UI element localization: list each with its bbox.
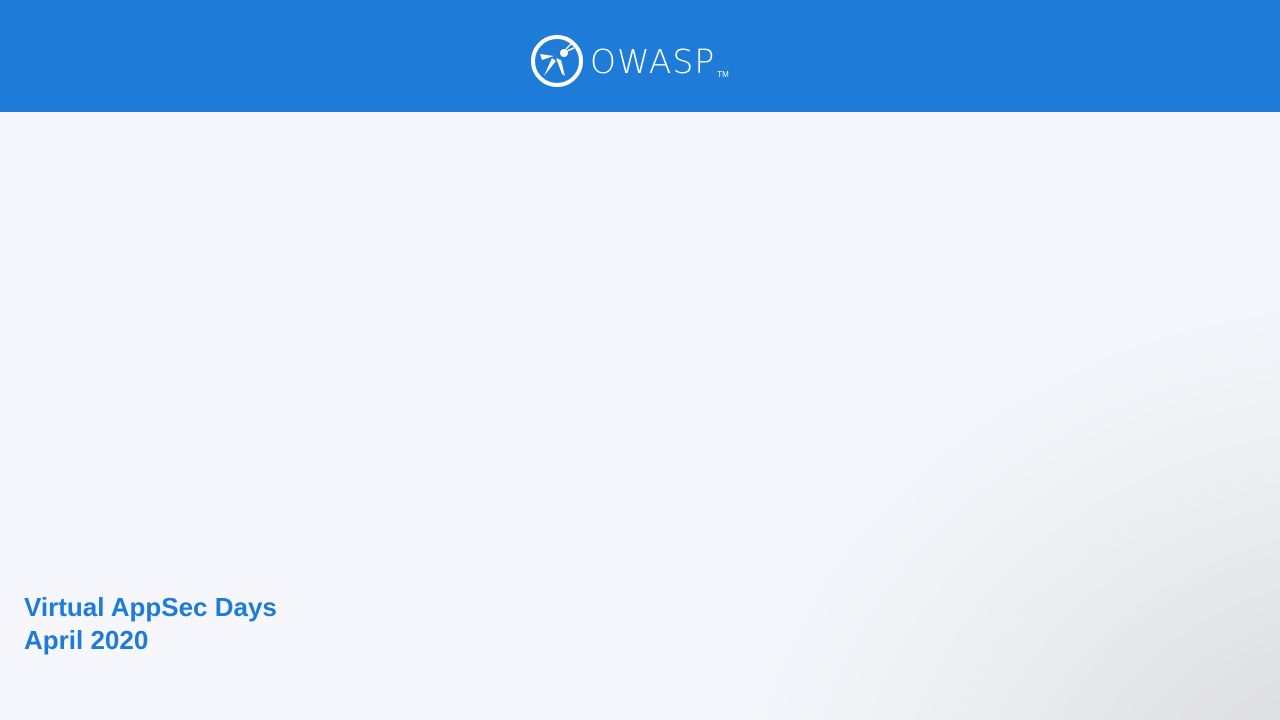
event-name: Virtual AppSec Days (24, 592, 277, 622)
header-bar: OWASP TM (0, 0, 1280, 112)
trademark-mark: TM (717, 69, 729, 79)
wasp-icon (531, 35, 583, 87)
slide-title: Virtual AppSec Days April 2020 (24, 591, 277, 657)
logo-text: OWASP (590, 41, 716, 81)
event-date: April 2020 (24, 625, 149, 655)
owasp-logo: OWASP TM (530, 34, 729, 88)
